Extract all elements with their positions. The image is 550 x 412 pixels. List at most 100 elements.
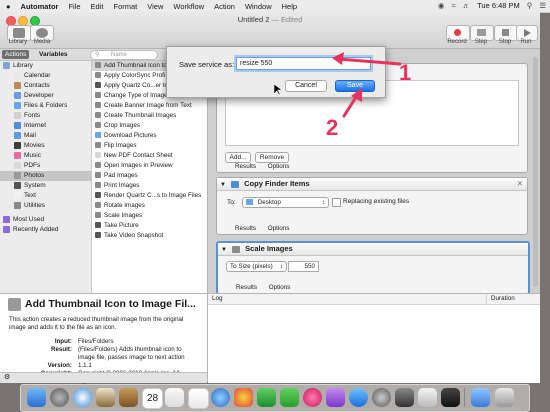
library-item[interactable]: Most Used bbox=[0, 215, 94, 225]
notes-dock-icon[interactable] bbox=[165, 388, 184, 407]
add-button[interactable]: Add... bbox=[225, 152, 251, 163]
dock: 28 bbox=[20, 384, 530, 412]
photos-dock-icon[interactable] bbox=[234, 388, 253, 407]
card2-options-tab[interactable]: Options bbox=[268, 225, 290, 232]
menu-format[interactable]: Format bbox=[113, 2, 137, 11]
action-list-item[interactable]: Pad Images bbox=[92, 171, 207, 181]
apple-menu-icon[interactable]: ● bbox=[6, 2, 11, 11]
launchpad-dock-icon[interactable] bbox=[50, 388, 69, 407]
library-item[interactable]: Movies bbox=[0, 141, 105, 151]
library-item[interactable]: Files & Folders bbox=[0, 101, 105, 111]
card3-results-tab[interactable]: Results bbox=[236, 284, 257, 291]
disclosure-triangle-icon[interactable]: ▼ bbox=[221, 247, 227, 253]
log-column-header[interactable]: Log bbox=[212, 294, 223, 304]
tab-actions[interactable]: Actions bbox=[2, 50, 30, 59]
system-preferences-dock-icon[interactable] bbox=[372, 388, 391, 407]
action-list-item[interactable]: Create Banner Image from Text bbox=[92, 101, 207, 111]
volume-icon[interactable]: ♬ bbox=[463, 1, 471, 10]
card2-results-tab[interactable]: Results bbox=[235, 225, 256, 232]
automator-dock-icon[interactable] bbox=[395, 388, 414, 407]
media-label: Media bbox=[33, 39, 51, 45]
library-item[interactable]: Utilities bbox=[0, 201, 105, 211]
annotation-arrow-2 bbox=[342, 88, 362, 118]
media-icon bbox=[36, 28, 48, 38]
app-store-dock-icon[interactable] bbox=[349, 388, 368, 407]
log-panel: Log Duration bbox=[208, 293, 540, 383]
scale-mode-popup[interactable]: To Size (pixels) ↕ bbox=[226, 261, 287, 272]
preview-dock-icon[interactable] bbox=[418, 388, 437, 407]
action-list-item[interactable]: Open Images in Preview bbox=[92, 161, 207, 171]
calendar-dock-icon[interactable]: 28 bbox=[142, 388, 163, 409]
messages-dock-icon[interactable] bbox=[257, 388, 276, 407]
safari-dock-icon[interactable] bbox=[73, 388, 92, 407]
library-item[interactable]: System bbox=[0, 181, 105, 191]
library-item[interactable]: PDFs bbox=[0, 161, 105, 171]
action-list-item[interactable]: Scale Images bbox=[92, 211, 207, 221]
menu-window[interactable]: Window bbox=[245, 2, 272, 11]
notification-center-icon[interactable]: ☰ bbox=[539, 1, 546, 10]
menu-file[interactable]: File bbox=[68, 2, 80, 11]
search-placeholder: Name bbox=[111, 52, 128, 58]
action-list-item[interactable]: Rotate Images bbox=[92, 201, 207, 211]
action-list-item[interactable]: Render Quartz C...s to Image Files bbox=[92, 191, 207, 201]
reminders-dock-icon[interactable] bbox=[188, 388, 209, 409]
menu-edit[interactable]: Edit bbox=[91, 2, 104, 11]
action-list-item[interactable]: Print Images bbox=[92, 181, 207, 191]
status-record-icon[interactable]: ◉ bbox=[438, 1, 445, 10]
card3-options-tab[interactable]: Options bbox=[269, 284, 291, 291]
action-list-item[interactable]: Download Pictures bbox=[92, 131, 207, 141]
maps-dock-icon[interactable] bbox=[211, 388, 230, 407]
mail-dock-icon[interactable] bbox=[96, 388, 115, 407]
duration-column-header[interactable]: Duration bbox=[486, 294, 515, 304]
spotlight-icon[interactable]: ⚲ bbox=[527, 1, 533, 10]
library-item[interactable]: Developer bbox=[0, 91, 105, 101]
library-item[interactable]: Fonts bbox=[0, 111, 105, 121]
remove-button[interactable]: Remove bbox=[255, 152, 289, 163]
library-item[interactable]: Text bbox=[0, 191, 105, 201]
menu-help[interactable]: Help bbox=[282, 2, 297, 11]
terminal-dock-icon[interactable] bbox=[441, 388, 460, 407]
trash-dock-icon[interactable] bbox=[495, 388, 514, 407]
itunes-dock-icon[interactable] bbox=[303, 388, 322, 407]
menu-view[interactable]: View bbox=[147, 2, 163, 11]
library-item[interactable]: Music bbox=[0, 151, 105, 161]
action-item-label: Render Quartz C...s to Image Files bbox=[104, 192, 202, 199]
card1-options-tab[interactable]: Options bbox=[268, 163, 290, 170]
menu-workflow[interactable]: Workflow bbox=[173, 2, 204, 11]
cancel-button[interactable]: Cancel bbox=[285, 80, 327, 92]
action-item-label: Rotate Images bbox=[104, 202, 145, 209]
destination-popup[interactable]: Desktop ↕ bbox=[242, 197, 329, 208]
close-action-icon[interactable]: ✕ bbox=[517, 178, 523, 190]
menu-action[interactable]: Action bbox=[214, 2, 235, 11]
wifi-icon[interactable]: ≈ bbox=[451, 1, 455, 10]
library-item[interactable]: Mail bbox=[0, 131, 105, 141]
ibooks-dock-icon[interactable] bbox=[326, 388, 345, 407]
menubar-clock[interactable]: Tue 6:48 PM bbox=[477, 1, 520, 10]
library-item-label: Recently Added bbox=[13, 226, 59, 233]
replace-existing-checkbox[interactable] bbox=[332, 198, 341, 207]
action-list-item[interactable]: Take Picture bbox=[92, 221, 207, 231]
action-list-item[interactable]: Create Thumbnail Images bbox=[92, 111, 207, 121]
contacts-dock-icon[interactable] bbox=[119, 388, 138, 407]
facetime-dock-icon[interactable] bbox=[280, 388, 299, 407]
action-list-item[interactable]: Flip Images bbox=[92, 141, 207, 151]
action-list-item[interactable]: Take Video Snapshot bbox=[92, 231, 207, 241]
disclosure-triangle-icon[interactable]: ▼ bbox=[220, 182, 226, 188]
library-item[interactable]: Contacts bbox=[0, 81, 105, 91]
library-item[interactable]: Photos bbox=[0, 171, 105, 181]
card1-results-tab[interactable]: Results bbox=[235, 163, 256, 170]
library-item[interactable]: Calendar bbox=[0, 71, 105, 81]
downloads-stack-icon[interactable] bbox=[471, 388, 490, 407]
menu-app-name[interactable]: Automator bbox=[21, 2, 59, 11]
tab-variables[interactable]: Variables bbox=[36, 50, 71, 59]
library-item[interactable]: Library bbox=[0, 61, 94, 71]
finder-dock-icon[interactable] bbox=[27, 388, 46, 407]
scale-size-field[interactable]: 550 bbox=[288, 261, 319, 272]
library-item[interactable]: Recently Added bbox=[0, 225, 94, 235]
workflow-scrollbar[interactable] bbox=[533, 57, 538, 287]
action-list-item[interactable]: Crop Images bbox=[92, 121, 207, 131]
action-list-item[interactable]: New PDF Contact Sheet bbox=[92, 151, 207, 161]
settings-gear-icon[interactable]: ⚙ bbox=[4, 373, 10, 381]
search-input[interactable]: ⚲ Name bbox=[90, 50, 158, 60]
library-item[interactable]: Internet bbox=[0, 121, 105, 131]
